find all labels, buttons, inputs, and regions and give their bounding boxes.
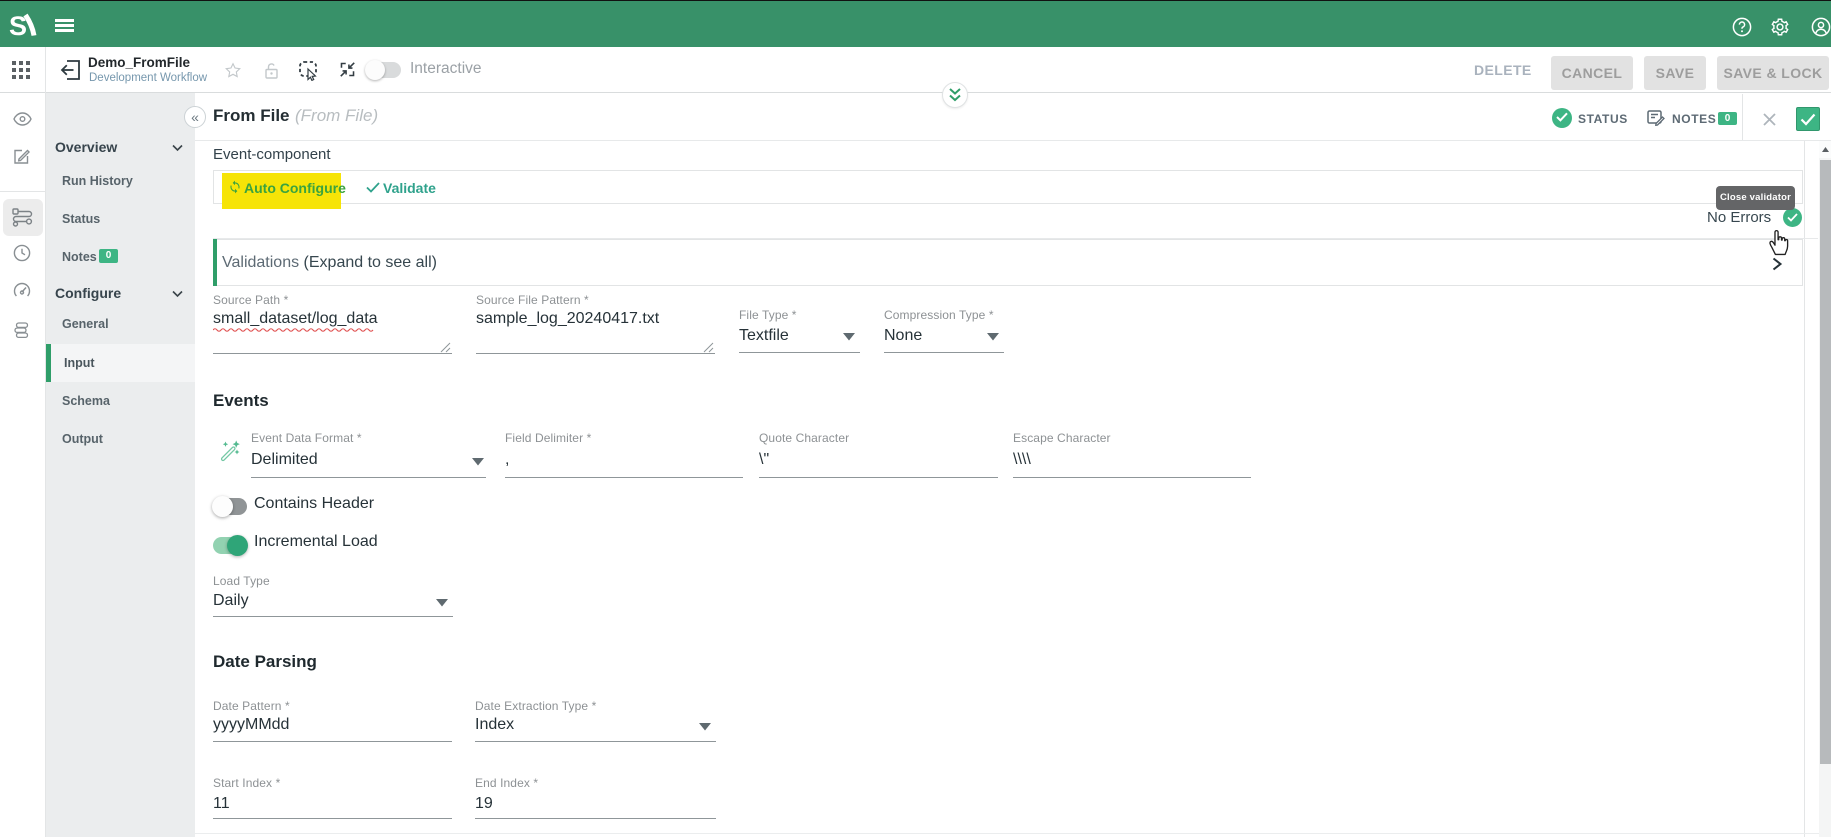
- svg-text:S: S: [9, 11, 27, 39]
